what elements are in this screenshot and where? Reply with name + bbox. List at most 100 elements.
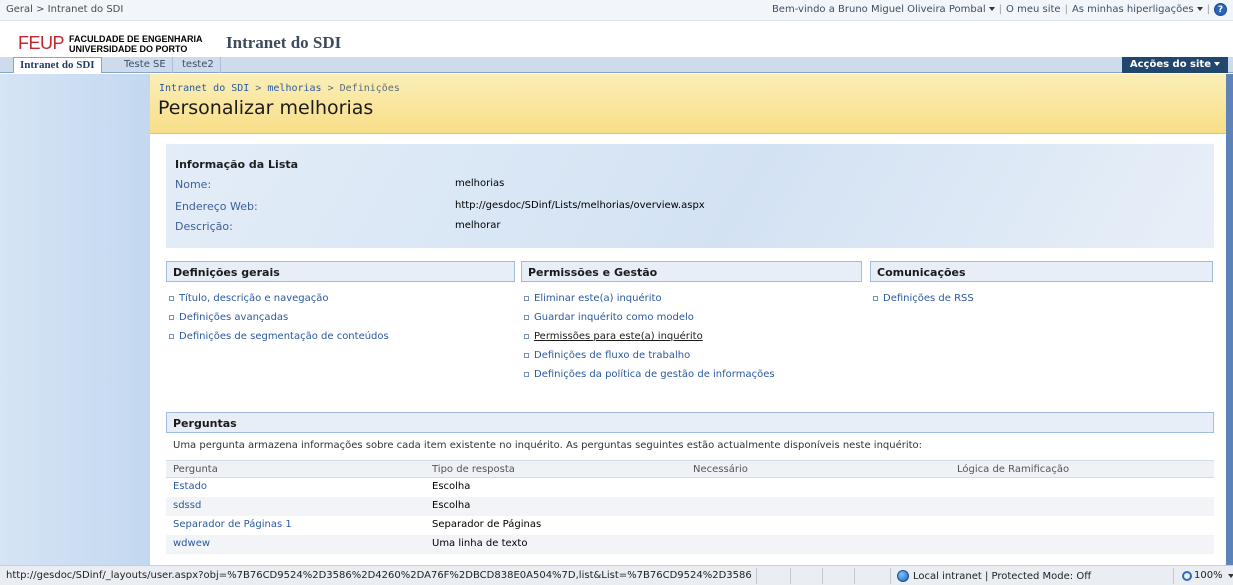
status-divider (790, 568, 791, 584)
welcome-menu[interactable]: Bem-vindo a Bruno Miguel Oliveira Pombal (772, 4, 995, 15)
status-divider (890, 568, 891, 584)
my-links-menu[interactable]: As minhas hiperligações (1072, 4, 1203, 15)
link-label: Título, descrição e navegação (179, 293, 329, 304)
link-label: Guardar inquérito como modelo (534, 312, 694, 323)
status-divider (854, 568, 855, 584)
link-permissions[interactable]: Permissões para este(a) inquérito (524, 327, 775, 346)
question-link[interactable]: Estado (173, 481, 207, 492)
breadcrumb-root-link[interactable]: Intranet do SDI (159, 83, 249, 94)
status-divider (1173, 568, 1174, 584)
logo-faculty: FACULDADE DE ENGENHARIA UNIVERSIDADE DO P… (69, 34, 203, 54)
breadcrumb-list-link[interactable]: melhorias (267, 83, 321, 94)
my-site-link[interactable]: O meu site (1006, 4, 1061, 15)
site-actions-label: Acções do site (1129, 59, 1211, 70)
link-save-as-template[interactable]: Guardar inquérito como modelo (524, 308, 775, 327)
chevron-down-icon (988, 7, 995, 11)
list-info-panel: Informação da Lista Nome: melhorias Ende… (166, 144, 1214, 248)
bullet-icon (873, 296, 878, 301)
general-settings-links: Título, descrição e navegação Definições… (169, 289, 389, 346)
breadcrumb: Intranet do SDI > melhorias > Definições (159, 83, 400, 94)
questions-table: Pergunta Tipo de resposta Necessário Lóg… (166, 460, 1214, 554)
site-header: FEUP FACULDADE DE ENGENHARIA UNIVERSIDADE… (0, 21, 1233, 57)
bullet-icon (524, 315, 529, 320)
column-answer-type: Tipo de resposta (432, 464, 515, 475)
answer-type: Escolha (432, 481, 471, 492)
logo-line2: UNIVERSIDADE DO PORTO (69, 43, 188, 54)
link-workflow-settings[interactable]: Definições de fluxo de trabalho (524, 346, 775, 365)
page-title-area: Intranet do SDI > melhorias > Definições… (150, 74, 1226, 134)
link-label: Definições da política de gestão de info… (534, 369, 775, 380)
link-label: Permissões para este(a) inquérito (534, 331, 703, 342)
help-icon[interactable]: ? (1214, 3, 1227, 16)
url-value: http://gesdoc/SDinf/Lists/melhorias/over… (455, 200, 705, 211)
chevron-down-icon (1196, 7, 1203, 11)
table-header: Pergunta Tipo de resposta Necessário Lóg… (166, 460, 1214, 478)
link-audience-targeting[interactable]: Definições de segmentação de conteúdos (169, 327, 389, 346)
separator: | (998, 4, 1003, 15)
answer-type: Separador de Páginas (432, 519, 542, 530)
link-delete-survey[interactable]: Eliminar este(a) inquérito (524, 289, 775, 308)
feup-logo[interactable]: FEUP FACULDADE DE ENGENHARIA UNIVERSIDADE… (18, 33, 203, 54)
breadcrumb-separator: > (255, 83, 268, 94)
status-url: http://gesdoc/SDinf/_layouts/user.aspx?o… (6, 570, 752, 581)
globe-icon (897, 570, 909, 582)
permissions-heading: Permissões e Gestão (521, 261, 862, 282)
welcome-text: Bem-vindo a Bruno Miguel Oliveira Pombal (771, 4, 986, 15)
questions-heading: Perguntas (166, 412, 1214, 433)
bullet-icon (524, 296, 529, 301)
permissions-links: Eliminar este(a) inquérito Guardar inqué… (524, 289, 775, 384)
general-settings-heading: Definições gerais (166, 261, 515, 282)
global-breadcrumb[interactable]: Geral > Intranet do SDI (6, 4, 123, 15)
separator: | (1064, 4, 1068, 15)
left-navigation (0, 74, 150, 565)
user-links: Bem-vindo a Bruno Miguel Oliveira Pombal… (772, 3, 1227, 16)
scrollbar-track[interactable] (1226, 74, 1233, 565)
page-title: Personalizar melhorias (158, 97, 374, 119)
link-title-description-navigation[interactable]: Título, descrição e navegação (169, 289, 389, 308)
question-link[interactable]: wdwew (173, 538, 210, 549)
description-label: Descrição: (175, 220, 233, 233)
logo-line1: FACULDADE DE ENGENHARIA (69, 33, 203, 44)
bullet-icon (524, 334, 529, 339)
my-links-text: As minhas hiperligações (1071, 4, 1194, 15)
list-info-heading: Informação da Lista (175, 158, 299, 171)
tab-intranet-do-sdi[interactable]: Intranet do SDI (13, 57, 102, 73)
chevron-down-icon (1227, 573, 1233, 578)
link-label: Definições de RSS (883, 293, 974, 304)
column-required: Necessário (693, 464, 748, 475)
security-zone[interactable]: Local intranet | Protected Mode: Off (897, 570, 1091, 582)
breadcrumb-separator: > (327, 83, 340, 94)
breadcrumb-current: Definições (339, 83, 400, 94)
link-advanced-settings[interactable]: Definições avançadas (169, 308, 389, 327)
top-nav-tabs: Intranet do SDI Teste SE teste2 Acções d… (0, 57, 1233, 73)
link-label: Definições avançadas (179, 312, 289, 323)
bullet-icon (169, 296, 174, 301)
bullet-icon (169, 315, 174, 320)
link-label: Definições de fluxo de trabalho (534, 350, 691, 361)
status-divider (756, 568, 757, 584)
chevron-down-icon (1214, 62, 1220, 66)
answer-type: Escolha (432, 500, 471, 511)
site-actions-menu[interactable]: Acções do site (1121, 57, 1228, 73)
link-label: Definições de segmentação de conteúdos (179, 331, 389, 342)
name-label: Nome: (175, 178, 212, 191)
main-content: Informação da Lista Nome: melhorias Ende… (150, 134, 1226, 565)
logo-feup: FEUP (18, 33, 65, 53)
zoom-icon (1182, 570, 1192, 581)
tab-teste2[interactable]: teste2 (176, 57, 221, 73)
global-top-bar: Geral > Intranet do SDI Bem-vindo a Brun… (0, 0, 1233, 21)
link-rss-settings[interactable]: Definições de RSS (873, 289, 974, 308)
name-value: melhorias (455, 178, 505, 189)
link-label: Eliminar este(a) inquérito (534, 293, 662, 304)
status-divider (822, 568, 823, 584)
question-link[interactable]: Separador de Páginas 1 (173, 519, 292, 530)
questions-description: Uma pergunta armazena informações sobre … (173, 440, 923, 451)
zoom-control[interactable]: 100% (1182, 570, 1233, 581)
link-information-policy[interactable]: Definições da política de gestão de info… (524, 365, 775, 384)
communications-links: Definições de RSS (873, 289, 974, 308)
question-link[interactable]: sdssd (173, 500, 201, 511)
communications-heading: Comunicações (870, 261, 1213, 282)
site-title[interactable]: Intranet do SDI (226, 33, 341, 53)
tab-teste-se[interactable]: Teste SE (118, 57, 173, 73)
table-row: wdwew Uma linha de texto (166, 535, 1214, 554)
